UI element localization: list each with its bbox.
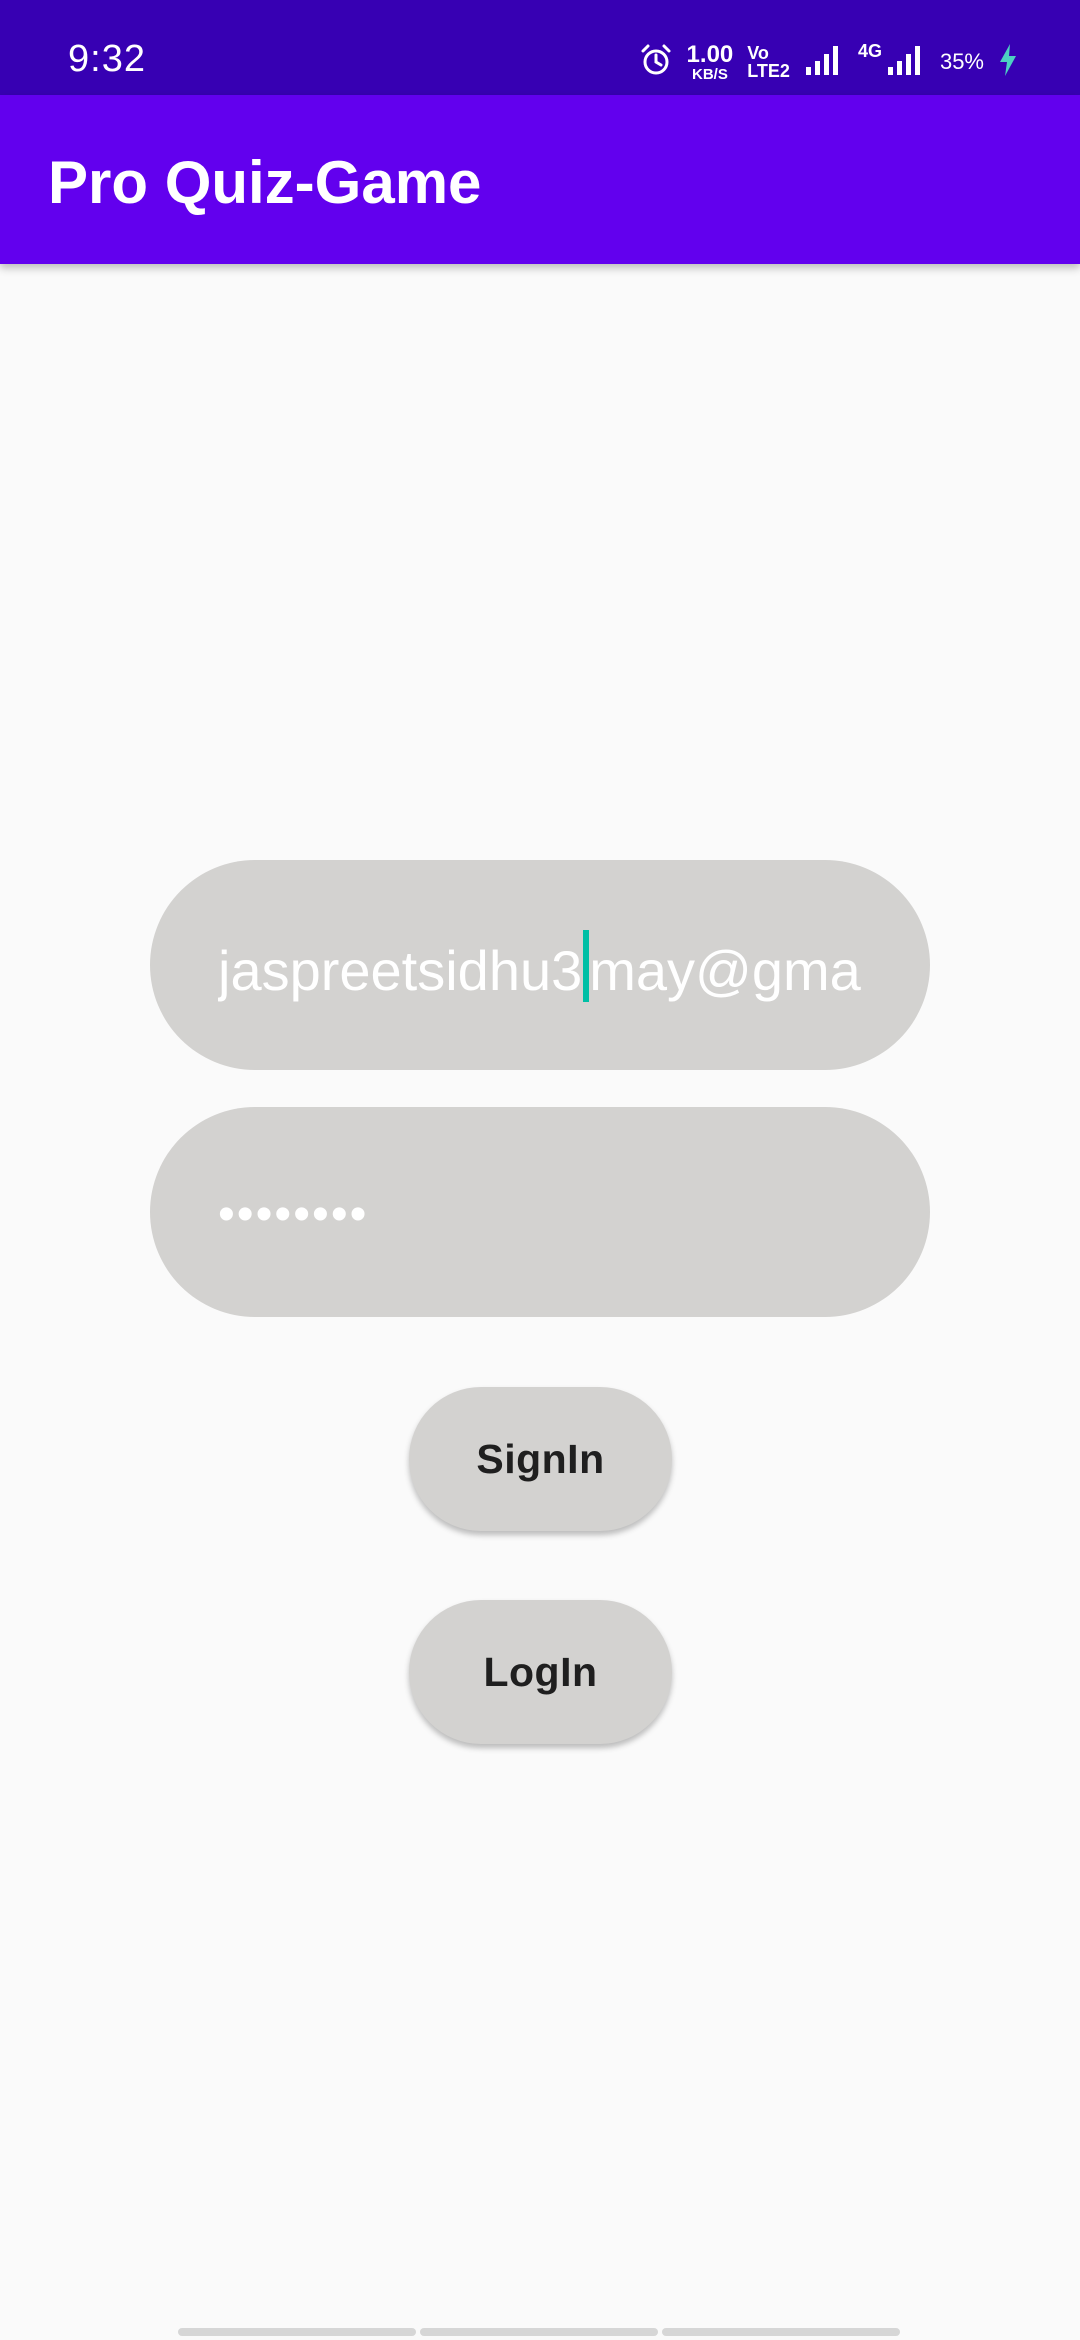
gesture-nav-bar[interactable]	[178, 2328, 900, 2336]
signal-icon	[804, 45, 844, 80]
app-title: Pro Quiz-Game	[48, 149, 482, 216]
nav-segment	[420, 2328, 658, 2336]
email-text-before-cursor: jaspreetsidhu3	[218, 939, 583, 1002]
status-icons: 1.00 KB/S Vo LTE2 4G 35%	[639, 42, 1018, 82]
net-speed-value: 1.00	[686, 40, 734, 68]
volte-indicator: Vo LTE2	[747, 44, 790, 80]
signal-icon	[886, 45, 926, 80]
password-input-text[interactable]: ••••••••	[218, 1187, 368, 1242]
status-time: 9:32	[68, 38, 146, 80]
battery-percent: 35%	[939, 49, 984, 74]
net-speed: 1.00 KB/S	[686, 40, 734, 83]
alarm-icon	[639, 43, 673, 82]
login-button[interactable]: LogIn	[409, 1600, 672, 1744]
signin-button[interactable]: SignIn	[409, 1387, 672, 1531]
status-bar: 9:32 1.00 KB/S Vo LTE2 4G 35%	[0, 0, 1080, 95]
net-speed-unit: KB/S	[691, 65, 728, 83]
charging-icon	[998, 43, 1018, 82]
volte-top: Vo	[747, 43, 769, 63]
email-text-after-cursor: may@gmail.	[589, 939, 862, 1002]
email-field[interactable]: jaspreetsidhu3may@gmail.	[150, 860, 930, 1070]
nav-segment	[178, 2328, 416, 2336]
app-bar: Pro Quiz-Game	[0, 95, 1080, 264]
email-input-text[interactable]: jaspreetsidhu3may@gmail.	[218, 930, 862, 1006]
password-field[interactable]: ••••••••	[150, 1107, 930, 1317]
volte-bottom: LTE2	[747, 61, 790, 81]
network-type: 4G	[857, 41, 882, 61]
nav-segment	[662, 2328, 900, 2336]
